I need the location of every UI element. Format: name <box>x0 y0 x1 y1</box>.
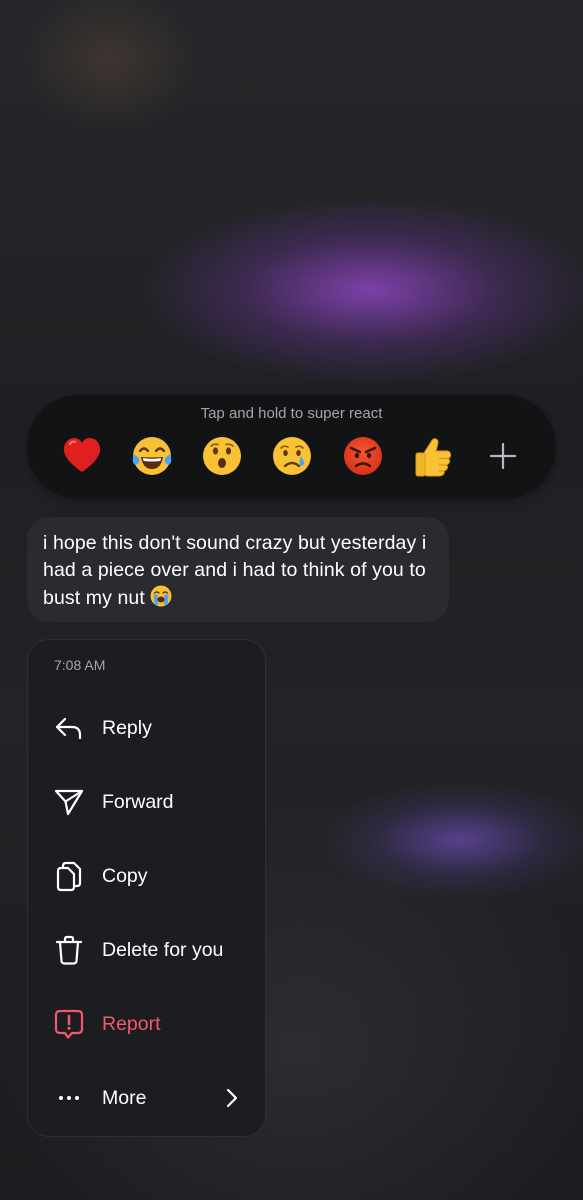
super-react-hint: Tap and hold to super react <box>200 405 383 422</box>
delete-for-you-menu-item[interactable]: Delete for you <box>28 922 265 978</box>
reaction-bar: Tap and hold to super react <box>27 395 556 499</box>
forward-menu-item[interactable]: Forward <box>28 774 265 830</box>
message-text: i hope this don't sound crazy but yester… <box>43 532 427 609</box>
red-heart-emoji <box>63 438 101 472</box>
plus-icon <box>489 442 517 470</box>
report-label: Report <box>102 1012 161 1035</box>
copy-label: Copy <box>102 864 148 887</box>
react-sad-button[interactable] <box>269 433 315 479</box>
trash-icon <box>52 933 86 967</box>
react-wow-button[interactable] <box>199 433 245 479</box>
more-reactions-button[interactable] <box>480 433 526 479</box>
message-bubble[interactable]: i hope this don't sound crazy but yester… <box>27 517 449 622</box>
chevron-right-icon <box>223 1087 241 1109</box>
message-timestamp: 7:08 AM <box>54 657 106 673</box>
forward-label: Forward <box>102 790 174 813</box>
surprised-face-emoji <box>203 437 242 475</box>
delete-for-you-label: Delete for you <box>102 938 224 961</box>
message-context-menu: 7:08 AM Reply Forward Copy Delete for yo… <box>27 639 266 1137</box>
tears-of-joy-emoji <box>132 437 172 475</box>
react-heart-button[interactable] <box>59 433 105 479</box>
reply-menu-item[interactable]: Reply <box>28 700 265 756</box>
more-label: More <box>102 1086 147 1109</box>
react-angry-button[interactable] <box>340 433 386 479</box>
paper-plane-icon <box>52 785 86 819</box>
loudly-crying-face-emoji <box>149 584 173 616</box>
thumbs-up-emoji <box>415 438 451 477</box>
reply-arrow-icon <box>52 711 86 745</box>
more-dots-icon <box>52 1081 86 1115</box>
reply-label: Reply <box>102 716 152 739</box>
crying-face-emoji <box>273 437 312 475</box>
copy-menu-item[interactable]: Copy <box>28 848 265 904</box>
react-laugh-button[interactable] <box>129 433 175 479</box>
angry-face-emoji <box>343 437 382 475</box>
copy-icon <box>52 859 86 893</box>
more-menu-item[interactable]: More <box>28 1070 265 1126</box>
report-icon <box>52 1007 86 1041</box>
message-text-container: i hope this don't sound crazy but yester… <box>43 530 431 616</box>
report-menu-item[interactable]: Report <box>28 996 265 1052</box>
reaction-row <box>59 433 526 479</box>
react-thumbs-up-button[interactable] <box>410 433 456 479</box>
